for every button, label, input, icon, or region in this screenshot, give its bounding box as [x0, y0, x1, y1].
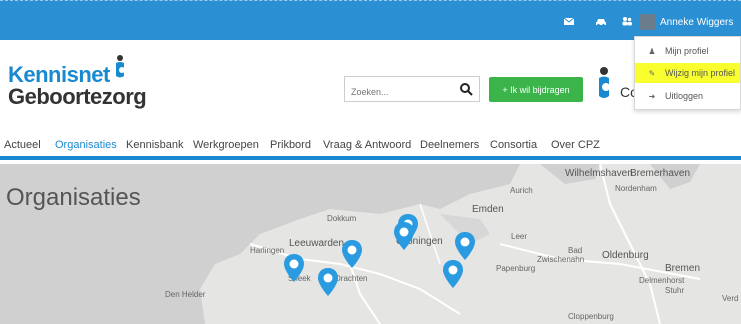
map-marker-icon[interactable] — [318, 268, 338, 296]
map-marker-icon[interactable] — [443, 260, 463, 288]
map-marker-icon[interactable] — [394, 222, 414, 250]
envelope-icon[interactable] — [563, 15, 575, 27]
car-icon[interactable] — [595, 15, 607, 27]
nav-item-organisaties[interactable]: Organisaties — [55, 139, 117, 151]
menu-item-wijzig-mijn-profiel[interactable]: ✎ Wijzig mijn profiel — [635, 63, 740, 83]
map-label-oldenburg: Oldenburg — [602, 250, 649, 261]
map-label-aurich: Aurich — [510, 186, 533, 195]
menu-item-label: Mijn profiel — [665, 46, 709, 56]
user-icon: ♟ — [648, 46, 656, 56]
map-label-bad: Bad — [568, 246, 583, 255]
map-marker-icon[interactable] — [284, 254, 304, 282]
map-label-delmenhorst: Delmenhorst — [639, 276, 685, 285]
contribute-button[interactable]: + Ik wil bijdragen — [489, 77, 583, 102]
map-label-nordenham: Nordenham — [615, 184, 657, 193]
menu-item-uitloggen[interactable]: ➜ Uitloggen — [635, 86, 740, 106]
map-label-cloppenburg: Cloppenburg — [568, 312, 614, 321]
search-icon[interactable] — [459, 82, 473, 96]
map-label-zwischenahn: Zwischenahn — [537, 255, 585, 264]
map-marker-icon[interactable] — [342, 240, 362, 268]
map-label-bremen: Bremen — [665, 263, 701, 274]
logout-icon: ➜ — [648, 91, 656, 101]
menu-item-label: Uitloggen — [665, 91, 704, 101]
nav-item-consortia[interactable]: Consortia — [490, 139, 537, 151]
top-bar: Anneke Wiggers — [0, 0, 741, 40]
edit-icon: ✎ — [648, 68, 656, 78]
nav-item-vraag-antwoord[interactable]: Vraag & Antwoord — [323, 139, 411, 151]
main-nav: Actueel Organisaties Kennisbank Werkgroe… — [0, 132, 741, 160]
search-box — [344, 76, 480, 102]
menu-item-label: Wijzig mijn profiel — [665, 68, 736, 78]
user-dropdown-menu: ♟ Mijn profiel ✎ Wijzig mijn profiel ➜ U… — [634, 36, 741, 110]
user-menu-toggle[interactable]: Anneke Wiggers — [640, 13, 733, 31]
logo-text-geboortezorg[interactable]: Geboortezorg — [8, 84, 147, 110]
map-label-harlingen: Harlingen — [250, 246, 285, 255]
nav-item-kennisbank[interactable]: Kennisbank — [126, 139, 184, 151]
page-title: Organisaties — [6, 184, 141, 211]
group-icon[interactable] — [621, 15, 633, 27]
avatar — [640, 14, 656, 30]
map-label-leer: Leer — [511, 232, 528, 241]
map-label-papenburg: Papenburg — [496, 264, 536, 273]
map-label-dokkum: Dokkum — [327, 214, 357, 223]
nav-item-werkgroepen[interactable]: Werkgroepen — [193, 139, 259, 151]
map-label-verd: Verd — [722, 294, 739, 303]
nav-item-deelnemers[interactable]: Deelnemers — [420, 139, 479, 151]
logo-figure-icon — [116, 55, 125, 78]
map-label-drachten: Drachten — [335, 274, 368, 283]
map-label-wilhelmshaven: Wilhelmshaven — [565, 168, 633, 179]
cpz-logo-figure-icon — [599, 67, 610, 98]
map-label-stuhr: Stuhr — [665, 286, 685, 295]
map-marker-icon[interactable] — [455, 232, 475, 260]
menu-item-mijn-profiel[interactable]: ♟ Mijn profiel — [635, 41, 740, 61]
map-label-den-helder: Den Helder — [165, 290, 206, 299]
nav-item-prikbord[interactable]: Prikbord — [270, 139, 311, 151]
search-input[interactable] — [345, 77, 453, 101]
map-label-leeuwarden: Leeuwarden — [289, 238, 345, 249]
map-label-emden: Emden — [472, 204, 504, 215]
nav-item-over-cpz[interactable]: Over CPZ — [551, 139, 600, 151]
map-label-bremerhaven: Bremerhaven — [630, 168, 691, 179]
nav-item-actueel[interactable]: Actueel — [4, 139, 41, 151]
user-name: Anneke Wiggers — [660, 16, 734, 28]
